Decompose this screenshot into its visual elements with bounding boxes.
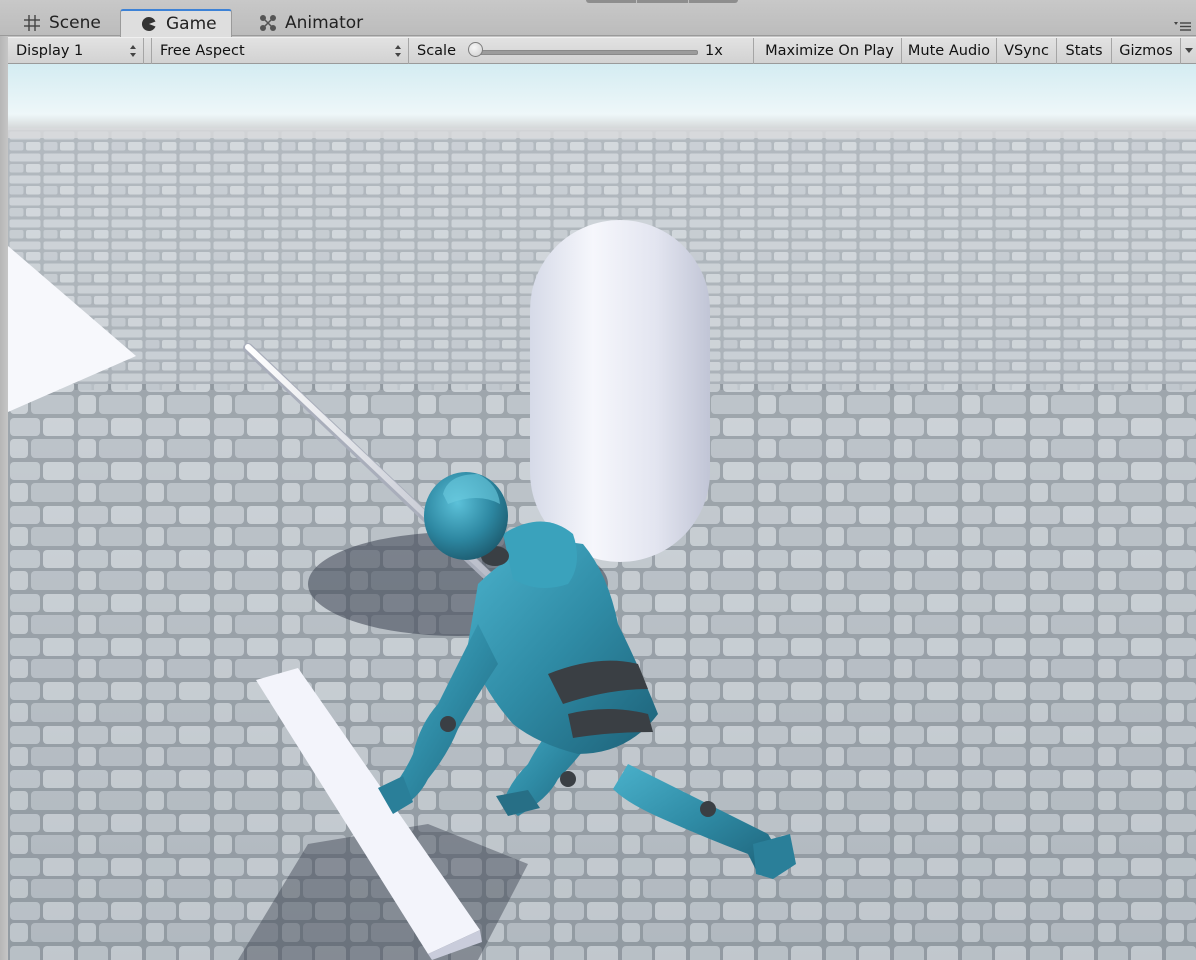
animator-nodes-icon bbox=[258, 13, 278, 33]
panel-options-menu[interactable] bbox=[1172, 18, 1192, 32]
gizmos-button[interactable]: Gizmos bbox=[1112, 38, 1181, 64]
maximize-on-play-button[interactable]: Maximize On Play bbox=[758, 38, 902, 64]
scale-slider-track[interactable] bbox=[470, 50, 698, 55]
display-dropdown-label: Display 1 bbox=[16, 43, 84, 59]
tab-scene-label: Scene bbox=[49, 13, 101, 33]
game-view-toolbar: Display 1 Free Aspect Scale 1x Maximize … bbox=[8, 37, 1196, 64]
grid-icon bbox=[22, 13, 42, 33]
white-capsule bbox=[530, 220, 710, 562]
up-down-arrows-icon bbox=[395, 45, 401, 57]
tab-game[interactable]: Game bbox=[120, 9, 232, 37]
scale-label: Scale bbox=[417, 43, 457, 59]
display-dropdown[interactable]: Display 1 bbox=[8, 38, 144, 64]
mute-audio-label: Mute Audio bbox=[907, 43, 991, 59]
aspect-dropdown-label: Free Aspect bbox=[160, 43, 245, 59]
maximize-on-play-label: Maximize On Play bbox=[765, 43, 894, 59]
toolbar-spacer bbox=[144, 38, 152, 64]
sky bbox=[8, 64, 1196, 136]
gizmos-label: Gizmos bbox=[1119, 43, 1173, 59]
stats-label: Stats bbox=[1065, 43, 1103, 59]
aspect-dropdown[interactable]: Free Aspect bbox=[152, 38, 409, 64]
pacman-icon bbox=[139, 14, 159, 34]
toolbar-separator bbox=[753, 38, 754, 64]
tab-animator[interactable]: Animator bbox=[240, 10, 365, 36]
game-viewport[interactable] bbox=[8, 64, 1196, 960]
game-view-window: Scene Game Animator Display 1 Free Aspec… bbox=[0, 0, 1196, 960]
tab-game-label: Game bbox=[166, 14, 217, 34]
mute-audio-button[interactable]: Mute Audio bbox=[902, 38, 997, 64]
dropdown-arrow-icon bbox=[1184, 48, 1193, 53]
scale-value: 1x bbox=[705, 43, 723, 59]
gizmos-dropdown[interactable] bbox=[1181, 38, 1196, 64]
game-render-canvas bbox=[8, 64, 1196, 960]
panel-menu-icon bbox=[1174, 22, 1191, 31]
window-left-border bbox=[0, 36, 8, 960]
tab-scene[interactable]: Scene bbox=[4, 10, 114, 36]
stats-button[interactable]: Stats bbox=[1057, 38, 1112, 64]
up-down-arrows-icon bbox=[130, 45, 136, 57]
window-title-notch bbox=[586, 0, 738, 3]
tab-strip: Scene Game Animator bbox=[0, 0, 1196, 37]
vsync-label: VSync bbox=[1004, 43, 1049, 59]
vsync-button[interactable]: VSync bbox=[997, 38, 1057, 64]
horizon-line bbox=[8, 128, 1196, 138]
scale-slider-thumb[interactable] bbox=[468, 42, 483, 57]
tab-animator-label: Animator bbox=[285, 13, 364, 33]
